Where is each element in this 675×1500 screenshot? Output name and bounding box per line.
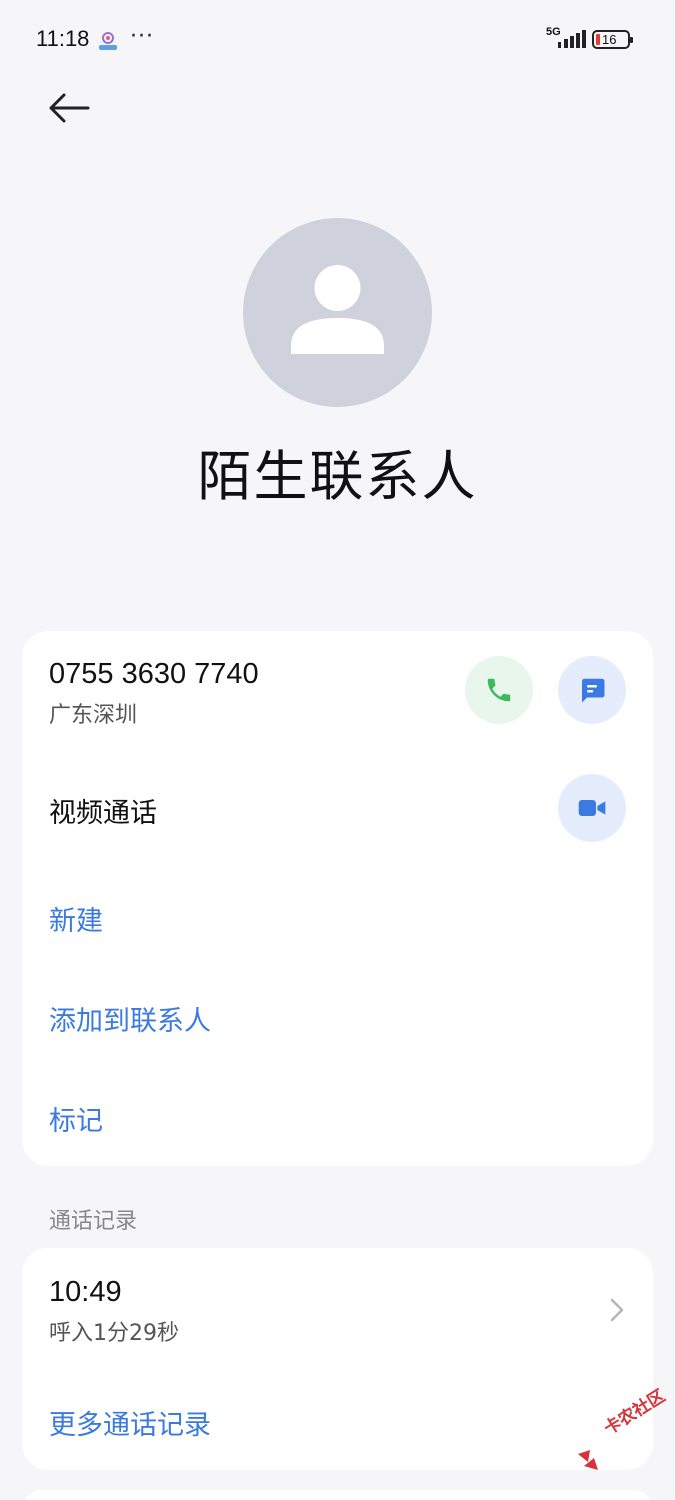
more-notifications-icon: ··· xyxy=(130,24,154,49)
battery-fill xyxy=(596,34,600,45)
video-camera-icon xyxy=(578,800,606,816)
video-call-button[interactable] xyxy=(558,774,626,842)
battery-level: 16 xyxy=(602,32,617,47)
new-contact-link[interactable]: 新建 xyxy=(49,899,103,938)
battery-icon: 16 xyxy=(592,30,633,49)
mark-number-link[interactable]: 标记 xyxy=(49,1099,103,1138)
phone-location: 广东深圳 xyxy=(49,703,138,728)
status-time: 11:18 xyxy=(36,26,90,51)
person-icon xyxy=(291,265,384,354)
call-log-card: 10:49 呼入1分29秒 更多通话记录 xyxy=(22,1248,653,1470)
signal-strength-icon xyxy=(558,30,586,48)
contact-name: 陌生联系人 xyxy=(197,445,478,508)
contact-avatar xyxy=(243,218,432,407)
video-call-label[interactable]: 视频通话 xyxy=(49,791,157,830)
message-icon xyxy=(582,678,605,703)
phone-icon xyxy=(487,678,511,702)
next-card xyxy=(22,1490,653,1500)
phone-number[interactable]: 0755 3630 7740 xyxy=(49,658,259,691)
status-bar: 11:18 ··· 5G 16 xyxy=(0,0,675,80)
more-call-logs-link[interactable]: 更多通话记录 xyxy=(49,1403,211,1442)
call-log-section-title: 通话记录 xyxy=(49,1209,138,1234)
chevron-right-icon xyxy=(610,1298,624,1322)
call-description: 呼入1分29秒 xyxy=(49,1321,179,1346)
number-card: 0755 3630 7740 广东深圳 视频通话 新建 添加到联系人 标记 xyxy=(22,631,653,1166)
back-arrow-icon[interactable] xyxy=(46,90,92,126)
app-notification-icon xyxy=(99,32,117,50)
call-button[interactable] xyxy=(465,656,533,724)
call-time: 10:49 xyxy=(49,1276,122,1308)
message-button[interactable] xyxy=(558,656,626,724)
add-to-contacts-link[interactable]: 添加到联系人 xyxy=(49,999,211,1038)
